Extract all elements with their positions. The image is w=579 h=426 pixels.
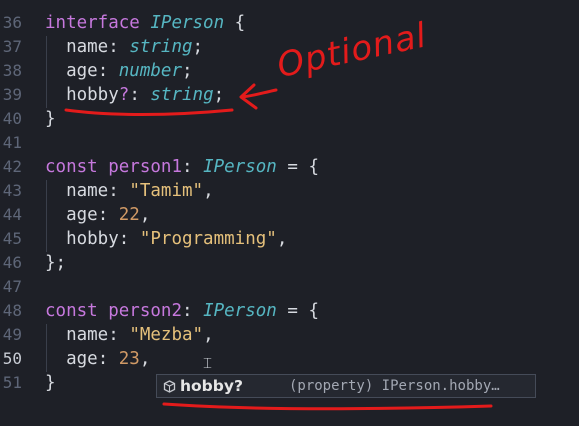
- annotation-underline: [64, 108, 234, 116]
- annotation-underline: [162, 402, 493, 411]
- annotation-arrow: [239, 83, 278, 110]
